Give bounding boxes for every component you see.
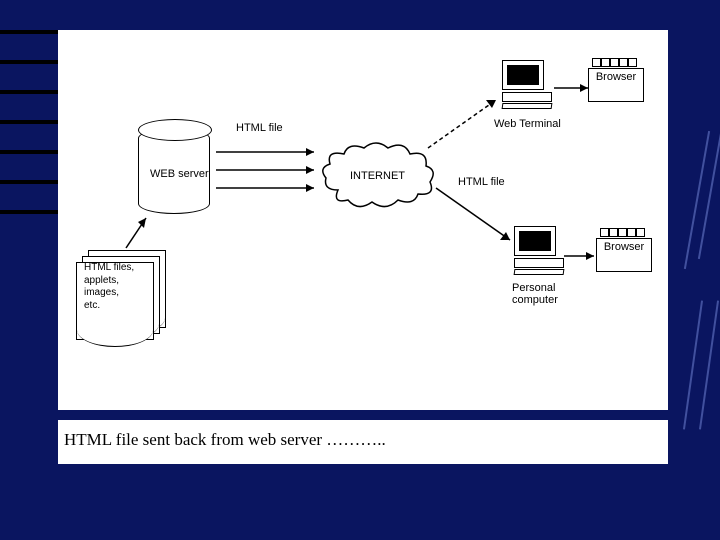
browser2-label: Browser [604,241,644,253]
diagram-canvas: WEB server HTML files, applets, images, … [58,30,668,410]
browser2-tabs-icon [600,228,645,237]
browser2-box: Browser [596,238,652,272]
personal-computer-label: Personal computer [512,282,558,306]
slide-caption: HTML file sent back from web server ……….… [58,420,668,464]
browser1-tabs-icon [592,58,637,67]
browser1-label: Browser [596,71,636,83]
personal-computer-icon [514,226,564,272]
arrows-layer [58,30,668,410]
web-terminal-label: Web Terminal [494,118,561,130]
decorative-right-lines [672,120,712,420]
browser1-box: Browser [588,68,644,102]
web-terminal-icon [502,60,552,106]
decorative-left-bars [0,30,58,240]
